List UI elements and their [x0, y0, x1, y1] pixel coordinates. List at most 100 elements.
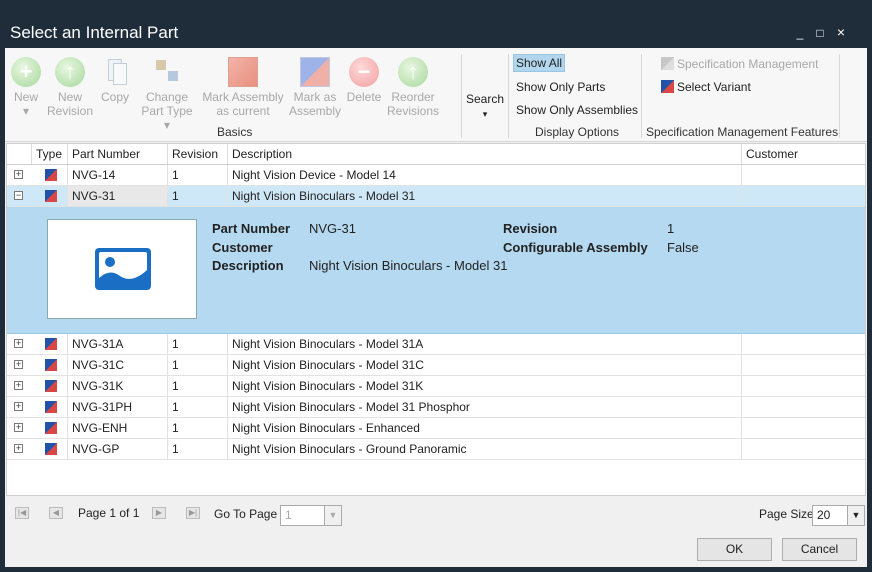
- new-revision-button[interactable]: ↑ New Revision: [47, 54, 93, 118]
- expand-icon[interactable]: +: [14, 381, 23, 390]
- customer-cell: [741, 355, 865, 375]
- mark-assembly-current-button[interactable]: Mark Assembly as current: [201, 54, 285, 118]
- part-number-cell: NVG-31: [67, 186, 167, 206]
- display-options-label: Display Options: [535, 125, 620, 139]
- show-only-assemblies-option[interactable]: Show Only Assemblies: [513, 101, 641, 119]
- part-number-cell: NVG-14: [67, 165, 167, 185]
- window-title: Select an Internal Part: [10, 23, 179, 42]
- show-only-parts-option[interactable]: Show Only Parts: [513, 78, 608, 96]
- pager-bar: |◀ ◀ Page 1 of 1 ▶ ▶| Go To Page 1 ▼ Pag…: [5, 500, 867, 528]
- customer-cell: [741, 439, 865, 459]
- ribbon-separator: [839, 54, 840, 138]
- up-arrow-icon: ↑: [55, 57, 85, 87]
- show-all-option[interactable]: Show All: [513, 54, 566, 72]
- parts-grid: Type Part Number Revision Description Cu…: [6, 143, 866, 496]
- ok-button[interactable]: OK: [697, 538, 772, 561]
- cancel-button[interactable]: Cancel: [782, 538, 857, 561]
- customer-cell: [741, 376, 865, 396]
- change-type-icon: [152, 57, 182, 87]
- search-button[interactable]: Search ▾: [465, 92, 505, 121]
- description-cell: Night Vision Binoculars - Model 31 Phosp…: [227, 397, 741, 417]
- specification-management-option[interactable]: Specification Management: [658, 55, 821, 73]
- change-part-type-sub: Part Type ▾: [141, 104, 193, 132]
- page-info: Page 1 of 1: [78, 506, 140, 520]
- page-size-select[interactable]: 20 ▼: [812, 505, 865, 526]
- expand-icon[interactable]: +: [14, 170, 23, 179]
- column-part-number[interactable]: Part Number: [67, 144, 167, 164]
- detail-description-value: Night Vision Binoculars - Model 31: [309, 258, 508, 273]
- copy-button[interactable]: Copy: [97, 54, 133, 104]
- detail-part-number-label: Part Number: [212, 221, 291, 236]
- mark-assembly-current-label: Mark Assembly: [202, 90, 284, 104]
- detail-customer-label: Customer: [212, 240, 273, 255]
- revision-cell: 1: [167, 334, 227, 354]
- new-revision-label: New: [57, 90, 82, 104]
- table-row[interactable]: + NVG-31A 1 Night Vision Binoculars - Mo…: [7, 334, 865, 355]
- part-type-icon: [45, 422, 57, 434]
- table-row[interactable]: + NVG-14 1 Night Vision Device - Model 1…: [7, 165, 865, 186]
- first-page-icon[interactable]: |◀: [15, 507, 29, 519]
- reorder-revisions-label: Reorder: [391, 90, 435, 104]
- reorder-revisions-button[interactable]: ↑ Reorder Revisions: [387, 54, 439, 118]
- title-bar[interactable]: Select an Internal Part _ □ ×: [0, 0, 872, 48]
- expand-icon[interactable]: +: [14, 423, 23, 432]
- mark-assembly-current-sub: as current: [216, 104, 270, 118]
- new-dropdown-icon: ▾: [22, 104, 30, 118]
- part-number-cell: NVG-GP: [67, 439, 167, 459]
- table-row[interactable]: + NVG-31K 1 Night Vision Binoculars - Mo…: [7, 376, 865, 397]
- reorder-revisions-sub: Revisions: [387, 104, 440, 118]
- new-button[interactable]: + New ▾: [9, 54, 43, 118]
- expand-icon[interactable]: +: [14, 444, 23, 453]
- mark-as-assembly-sub: Assembly: [289, 104, 342, 118]
- change-part-type-button[interactable]: Change Part Type ▾: [137, 54, 197, 132]
- revision-cell: 1: [167, 355, 227, 375]
- select-variant-option[interactable]: Select Variant: [658, 78, 754, 96]
- table-row[interactable]: + NVG-31C 1 Night Vision Binoculars - Mo…: [7, 355, 865, 376]
- table-row[interactable]: + NVG-31PH 1 Night Vision Binoculars - M…: [7, 397, 865, 418]
- column-description[interactable]: Description: [227, 144, 741, 164]
- part-number-cell: NVG-31PH: [67, 397, 167, 417]
- previous-page-icon[interactable]: ◀: [49, 507, 63, 519]
- minimize-button[interactable]: _: [792, 26, 808, 40]
- column-revision[interactable]: Revision: [167, 144, 227, 164]
- close-button[interactable]: ×: [833, 24, 849, 40]
- delete-button[interactable]: − Delete: [345, 54, 383, 104]
- row-detail-panel: Part Number NVG-31 Customer Description …: [7, 207, 865, 334]
- ribbon: + New ▾ ↑ New Revision Copy Change Part …: [5, 48, 867, 142]
- part-type-icon: [45, 169, 57, 181]
- column-type[interactable]: Type: [31, 144, 67, 164]
- part-number-cell: NVG-31C: [67, 355, 167, 375]
- expand-icon[interactable]: +: [14, 339, 23, 348]
- description-cell: Night Vision Binoculars - Model 31A: [227, 334, 741, 354]
- table-row[interactable]: + NVG-GP 1 Night Vision Binoculars - Gro…: [7, 439, 865, 460]
- delete-icon: −: [349, 57, 379, 87]
- description-cell: Night Vision Binoculars - Model 31: [227, 186, 741, 206]
- revision-cell: 1: [167, 439, 227, 459]
- expand-icon[interactable]: +: [14, 360, 23, 369]
- revision-cell: 1: [167, 397, 227, 417]
- spec-features-label: Specification Management Features: [646, 125, 839, 139]
- next-page-icon[interactable]: ▶: [152, 507, 166, 519]
- add-icon: +: [11, 57, 41, 87]
- description-cell: Night Vision Binoculars - Enhanced: [227, 418, 741, 438]
- part-image-thumbnail[interactable]: [47, 219, 197, 319]
- part-type-icon: [45, 401, 57, 413]
- mark-as-assembly-button[interactable]: Mark as Assembly: [289, 54, 341, 118]
- select-variant-label: Select Variant: [677, 80, 751, 94]
- page-size-label: Page Size: [759, 507, 814, 521]
- table-row[interactable]: + NVG-ENH 1 Night Vision Binoculars - En…: [7, 418, 865, 439]
- collapse-icon[interactable]: −: [14, 191, 23, 200]
- page-size-value: 20: [817, 508, 831, 522]
- detail-revision-label: Revision: [503, 221, 558, 236]
- copy-label: Copy: [100, 90, 129, 104]
- expand-icon[interactable]: +: [14, 402, 23, 411]
- revision-cell: 1: [167, 376, 227, 396]
- table-row-selected[interactable]: − NVG-31 1 Night Vision Binoculars - Mod…: [7, 186, 865, 207]
- revision-cell: 1: [167, 186, 227, 206]
- part-type-icon: [45, 380, 57, 392]
- search-dropdown-icon: ▾: [482, 109, 488, 119]
- go-to-page-select[interactable]: 1 ▼: [280, 505, 342, 526]
- last-page-icon[interactable]: ▶|: [186, 507, 200, 519]
- maximize-button[interactable]: □: [812, 26, 828, 40]
- column-customer[interactable]: Customer: [741, 144, 865, 164]
